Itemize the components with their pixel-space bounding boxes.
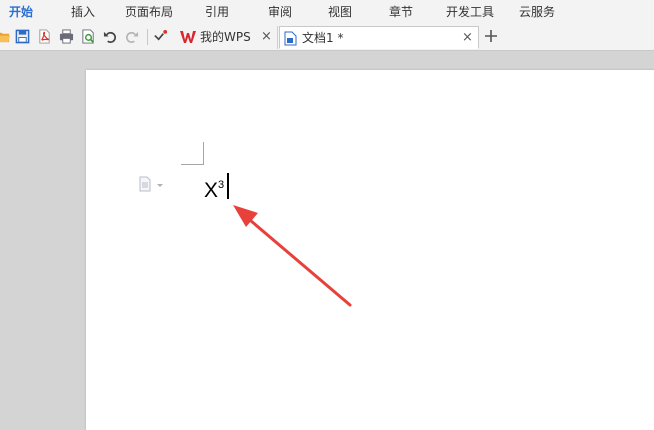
document-workspace: X3 <box>0 51 654 430</box>
close-icon[interactable]: × <box>261 26 272 48</box>
save-icon[interactable] <box>15 29 30 44</box>
toolbar-tab-row: 我的WPS × 文档1 * × <box>0 24 654 51</box>
word-document-icon <box>284 31 297 46</box>
toolbar-separator <box>147 29 148 45</box>
menu-page-layout[interactable]: 页面布局 <box>125 5 173 19</box>
menu-chapter[interactable]: 章节 <box>389 5 413 19</box>
menu-developer-tools[interactable]: 开发工具 <box>446 5 494 19</box>
redo-icon[interactable] <box>124 29 139 44</box>
paragraph-options-icon[interactable] <box>138 176 168 192</box>
text-cursor <box>227 173 229 199</box>
base-character: X <box>204 179 219 202</box>
close-icon[interactable]: × <box>462 27 473 49</box>
menu-view[interactable]: 视图 <box>328 5 352 19</box>
print-preview-icon[interactable] <box>81 29 96 44</box>
menu-cloud-services[interactable]: 云服务 <box>519 5 555 19</box>
document-page[interactable]: X3 <box>86 70 654 430</box>
menu-insert[interactable]: 插入 <box>71 5 95 19</box>
document-text[interactable]: X3 <box>204 171 224 205</box>
menu-bar: 开始 插入 页面布局 引用 审阅 视图 章节 开发工具 云服务 <box>0 0 654 24</box>
undo-icon[interactable] <box>103 29 118 44</box>
menu-references[interactable]: 引用 <box>205 5 229 19</box>
export-pdf-icon[interactable] <box>37 29 52 44</box>
superscript-character: 3 <box>218 179 225 191</box>
print-icon[interactable] <box>59 29 74 44</box>
open-folder-icon[interactable] <box>0 29 11 44</box>
wps-logo-icon <box>180 31 196 43</box>
margin-corner-marker <box>181 142 204 165</box>
tab-document-1-label: 文档1 * <box>302 31 344 45</box>
customize-toolbar-icon[interactable] <box>153 29 168 44</box>
tab-my-wps[interactable]: 我的WPS × <box>174 26 278 49</box>
menu-review[interactable]: 审阅 <box>268 5 292 19</box>
tab-document-1[interactable]: 文档1 * × <box>279 26 479 49</box>
plus-icon[interactable] <box>482 26 500 46</box>
tab-my-wps-label: 我的WPS <box>200 30 251 44</box>
menu-home[interactable]: 开始 <box>9 5 33 19</box>
